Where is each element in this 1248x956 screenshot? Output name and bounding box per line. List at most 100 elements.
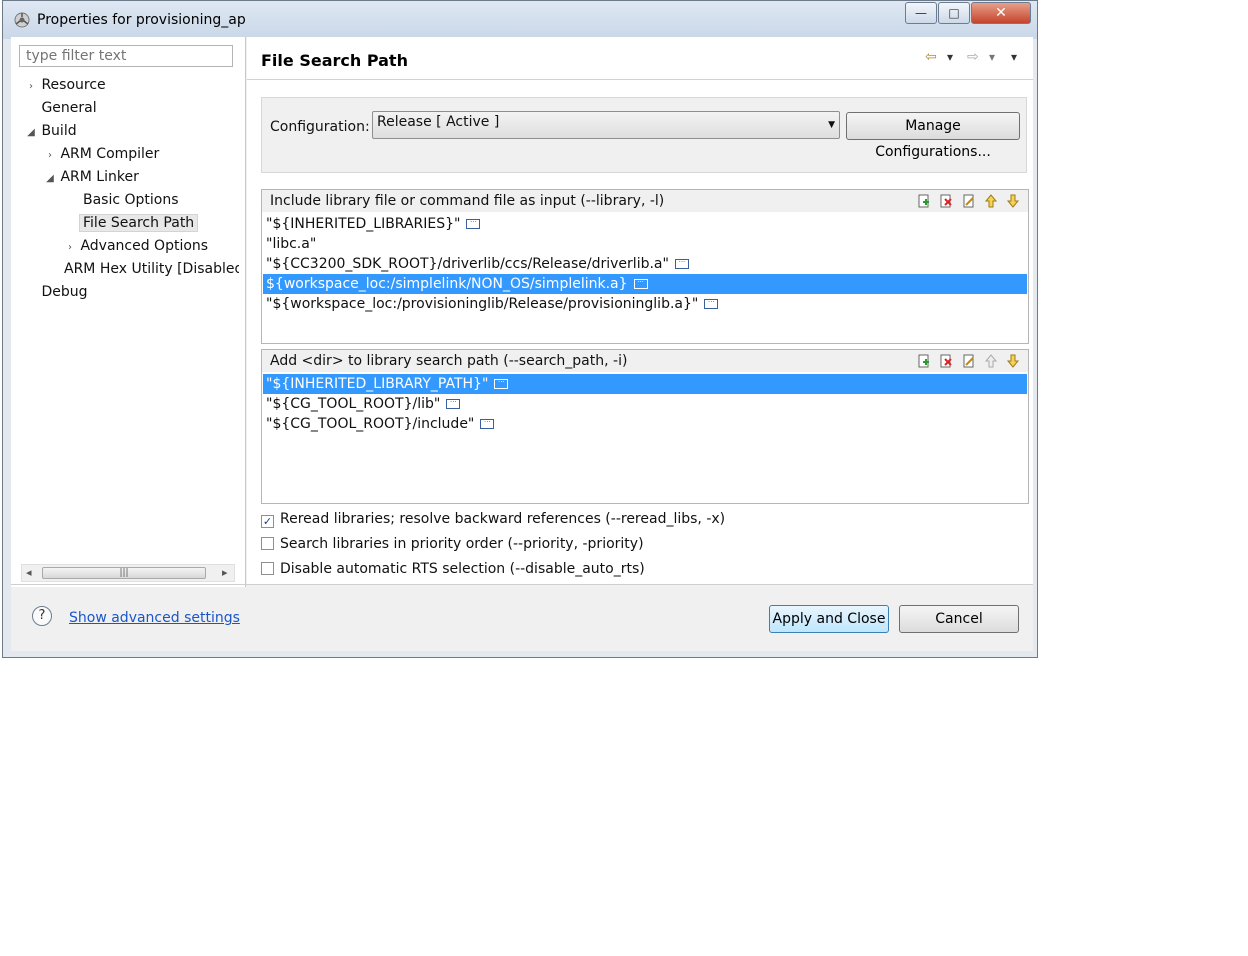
view-menu-icon[interactable]: ▾	[1011, 50, 1017, 64]
scroll-left-icon[interactable]: ◂	[26, 566, 32, 579]
tree-item-debug[interactable]: Debug	[25, 282, 88, 302]
tree-item-label: General	[41, 100, 97, 116]
add-icon[interactable]	[916, 193, 932, 209]
configuration-select[interactable]: Release [ Active ] ▼	[372, 111, 840, 139]
library-list-header: Include library file or command file as …	[262, 190, 1028, 212]
tree-item-resource[interactable]: › Resource	[25, 75, 106, 95]
help-icon[interactable]: ?	[32, 606, 52, 626]
footer-divider	[11, 584, 1033, 585]
search-path-row[interactable]: "${CG_TOOL_ROOT}/lib" ···	[263, 394, 1027, 414]
tree-item-label: Resource	[41, 77, 106, 93]
library-row[interactable]: "${INHERITED_LIBRARIES}" ···	[263, 214, 1027, 234]
disable-auto-rts-option[interactable]: Disable automatic RTS selection (--disab…	[261, 561, 645, 577]
configuration-label: Configuration:	[270, 119, 370, 135]
row-text: "${INHERITED_LIBRARIES}"	[266, 216, 461, 232]
search-path-row-selected[interactable]: "${INHERITED_LIBRARY_PATH}" ···	[263, 374, 1027, 394]
apply-and-close-button[interactable]: Apply and Close	[769, 605, 889, 633]
tree-item-label: ARM Linker	[60, 169, 139, 185]
row-text: ${workspace_loc:/simplelink/NON_OS/simpl…	[266, 276, 628, 292]
tree-item-label: ARM Compiler	[60, 146, 160, 162]
minimize-button[interactable]: —	[905, 2, 937, 24]
reread-libraries-checkbox[interactable]: ✓	[261, 515, 274, 528]
move-down-icon[interactable]	[1005, 353, 1021, 369]
delete-icon[interactable]	[938, 353, 954, 369]
tree-item-arm-hex-utility[interactable]: ARM Hex Utility [Disabled]	[64, 259, 239, 279]
tree-item-arm-linker[interactable]: ◢ ARM Linker	[44, 167, 139, 187]
search-path-list-header: Add <dir> to library search path (--sear…	[262, 350, 1028, 372]
library-row[interactable]: "${workspace_loc:/provisioninglib/Releas…	[263, 294, 1027, 314]
row-text: "${CG_TOOL_ROOT}/lib"	[266, 396, 441, 412]
tree-item-arm-compiler[interactable]: › ARM Compiler	[44, 144, 159, 164]
add-icon[interactable]	[916, 353, 932, 369]
expanded-triangle-icon[interactable]: ◢	[44, 169, 56, 189]
ellipsis-icon[interactable]: ···	[704, 299, 719, 309]
back-menu-icon[interactable]: ▾	[947, 50, 953, 64]
search-path-list-group: Add <dir> to library search path (--sear…	[261, 349, 1029, 504]
chevron-right-icon[interactable]: ›	[64, 238, 76, 258]
forward-menu-icon[interactable]: ▾	[989, 50, 995, 64]
reread-libraries-option[interactable]: ✓ Reread libraries; resolve backward refe…	[261, 511, 725, 528]
row-text: "${CC3200_SDK_ROOT}/driverlib/ccs/Releas…	[266, 256, 669, 272]
tree-item-label: Advanced Options	[80, 238, 209, 254]
maximize-button[interactable]: □	[938, 2, 970, 24]
configuration-value: Release [ Active ]	[377, 114, 500, 130]
tree-item-label: Debug	[41, 284, 88, 300]
chevron-right-icon[interactable]: ›	[25, 77, 37, 97]
priority-order-option[interactable]: Search libraries in priority order (--pr…	[261, 536, 644, 552]
delete-icon[interactable]	[938, 193, 954, 209]
back-arrow-icon[interactable]: ⇦	[925, 49, 937, 65]
move-up-icon[interactable]	[983, 353, 999, 369]
disable-auto-rts-checkbox[interactable]	[261, 562, 274, 575]
forward-arrow-icon[interactable]: ⇨	[967, 49, 979, 65]
option-label: Disable automatic RTS selection (--disab…	[280, 561, 645, 577]
library-list-group: Include library file or command file as …	[261, 189, 1029, 344]
scroll-right-icon[interactable]: ▸	[222, 566, 228, 579]
filter-input[interactable]	[19, 45, 233, 67]
manage-configurations-button[interactable]: Manage Configurations...	[846, 112, 1020, 160]
app-icon	[14, 12, 30, 28]
close-icon: ✕	[995, 5, 1007, 21]
ellipsis-icon[interactable]: ···	[466, 219, 481, 229]
tree-item-label: File Search Path	[79, 214, 199, 232]
option-label: Search libraries in priority order (--pr…	[280, 536, 644, 552]
scrollbar-thumb[interactable]: |||	[42, 567, 206, 579]
row-text: "${CG_TOOL_ROOT}/include"	[266, 416, 475, 432]
header-divider	[247, 79, 1033, 80]
tree-item-build[interactable]: ◢ Build	[25, 121, 77, 143]
ellipsis-icon[interactable]: ···	[633, 279, 648, 289]
move-up-icon[interactable]	[983, 193, 999, 209]
tree-item-basic-options[interactable]: Basic Options	[83, 190, 179, 210]
row-text: "libc.a"	[266, 236, 317, 252]
move-down-icon[interactable]	[1005, 193, 1021, 209]
property-page: File Search Path ⇦ ▾ ⇨ ▾ ▾ Configuration…	[247, 37, 1033, 585]
tree-item-advanced-options[interactable]: › Advanced Options	[64, 236, 208, 256]
maximize-icon: □	[948, 6, 960, 20]
row-text: "${workspace_loc:/provisioninglib/Releas…	[266, 296, 699, 312]
close-button[interactable]: ✕	[971, 2, 1031, 24]
expanded-triangle-icon[interactable]: ◢	[25, 123, 37, 143]
search-path-list-title: Add <dir> to library search path (--sear…	[270, 353, 628, 369]
ellipsis-icon[interactable]: ···	[494, 379, 509, 389]
preferences-tree-pane: › Resource General ◢ Build › ARM Compile…	[11, 37, 246, 587]
priority-order-checkbox[interactable]	[261, 537, 274, 550]
tree-item-general[interactable]: General	[25, 98, 97, 118]
show-advanced-settings-link[interactable]: Show advanced settings	[69, 610, 240, 626]
ellipsis-icon[interactable]: ···	[480, 419, 495, 429]
tree-item-file-search-path[interactable]: File Search Path	[79, 213, 199, 233]
library-list-title: Include library file or command file as …	[270, 193, 665, 209]
title-bar[interactable]: Properties for provisioning_ap — □ ✕	[3, 1, 1037, 39]
ellipsis-icon[interactable]: ···	[446, 399, 461, 409]
edit-icon[interactable]	[961, 353, 977, 369]
page-title: File Search Path	[261, 51, 408, 70]
library-row[interactable]: "libc.a"	[263, 234, 1027, 254]
library-row[interactable]: "${CC3200_SDK_ROOT}/driverlib/ccs/Releas…	[263, 254, 1027, 274]
ellipsis-icon[interactable]: ···	[674, 259, 689, 269]
library-row-selected[interactable]: ${workspace_loc:/simplelink/NON_OS/simpl…	[263, 274, 1027, 294]
cancel-button[interactable]: Cancel	[899, 605, 1019, 633]
tree-item-label: Build	[41, 123, 77, 139]
edit-icon[interactable]	[961, 193, 977, 209]
chevron-right-icon[interactable]: ›	[44, 146, 56, 166]
horizontal-scrollbar[interactable]: ◂ ||| ▸	[21, 564, 235, 582]
tree-item-label: ARM Hex Utility [Disabled]	[64, 261, 239, 277]
search-path-row[interactable]: "${CG_TOOL_ROOT}/include" ···	[263, 414, 1027, 434]
